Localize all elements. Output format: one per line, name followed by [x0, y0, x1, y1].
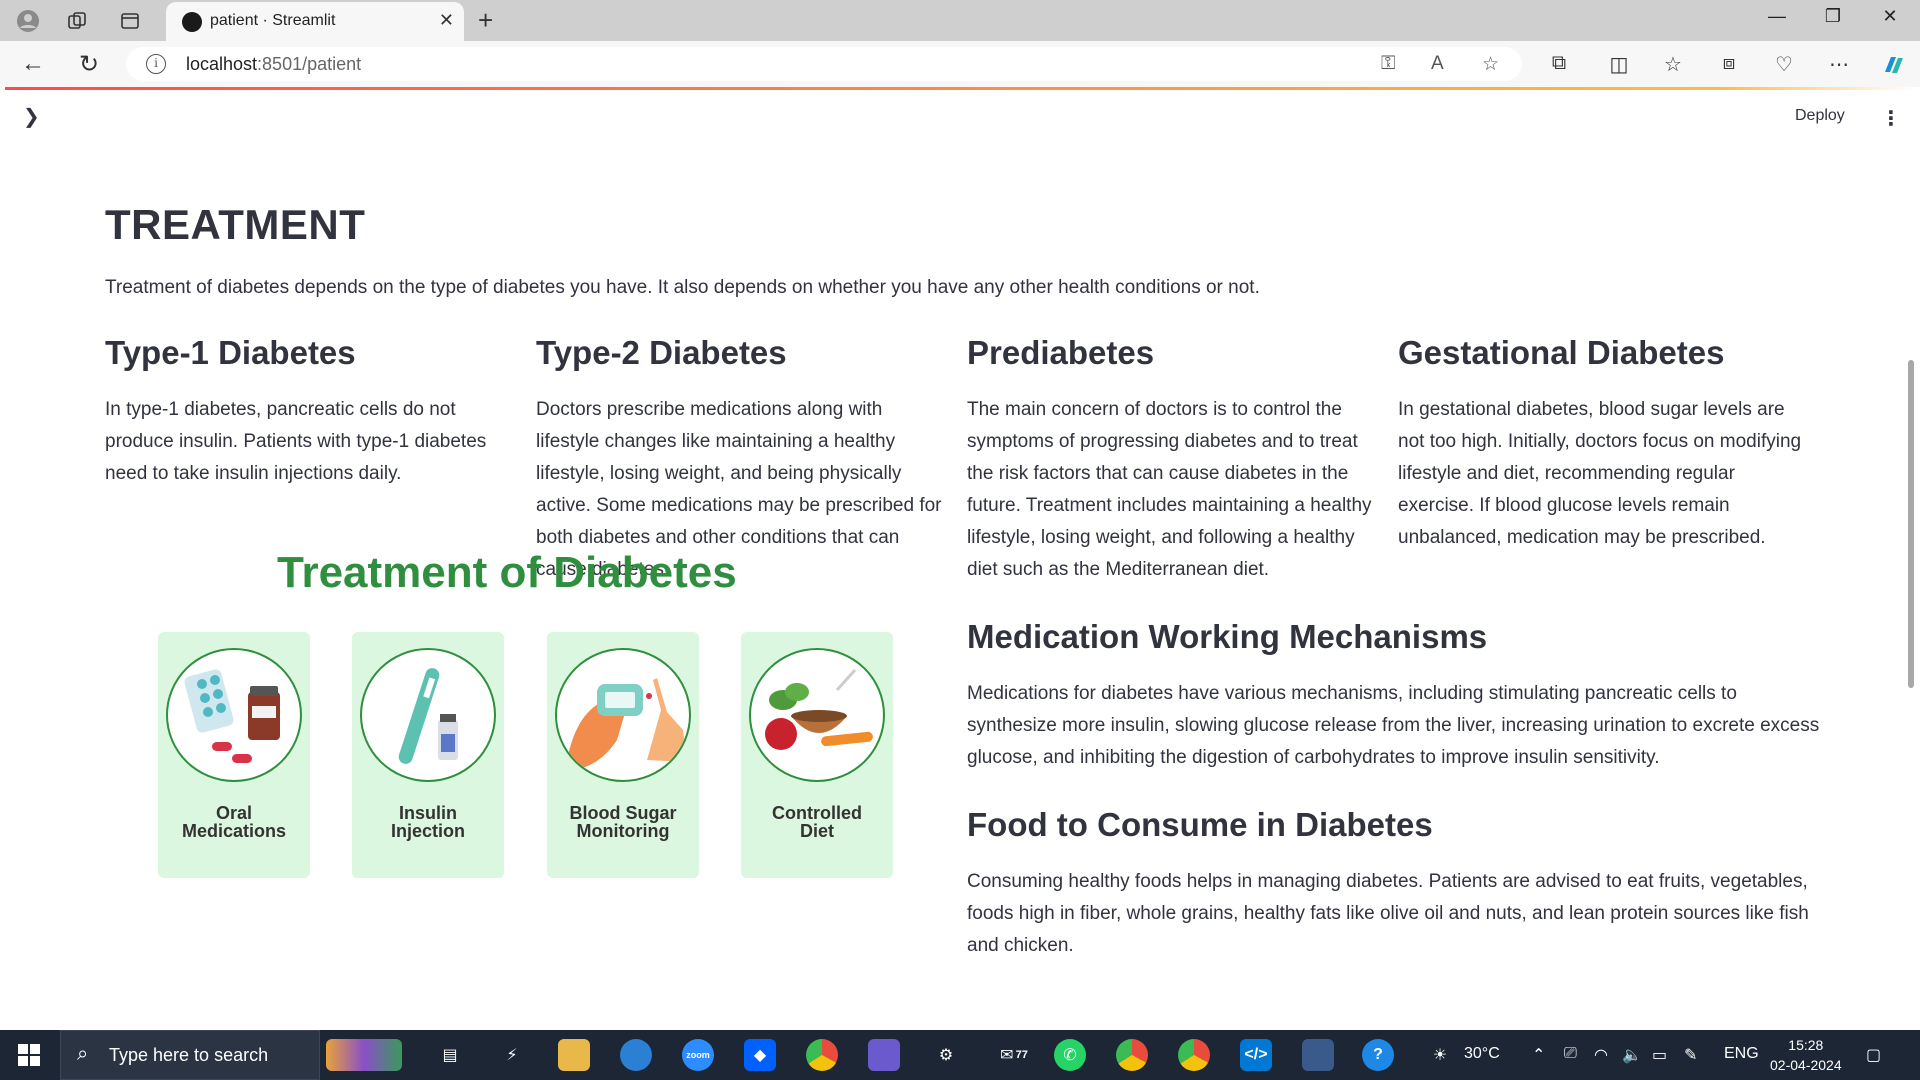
card-label: Oral Medications: [181, 803, 287, 841]
task-view-icon[interactable]: ▤: [434, 1039, 466, 1071]
card-label: Controlled Diet: [772, 803, 862, 841]
card-insulin-injection: Insulin Injection: [352, 632, 504, 878]
whatsapp-icon[interactable]: ✆: [1054, 1039, 1086, 1071]
notifications-icon[interactable]: ▢: [1866, 1045, 1881, 1065]
copilot-icon[interactable]: [1879, 52, 1909, 84]
windows-start-icon[interactable]: [18, 1044, 40, 1066]
settings-gear-icon[interactable]: ⚙: [930, 1039, 962, 1071]
volume-icon[interactable]: 🔈: [1622, 1045, 1642, 1065]
extensions-icon[interactable]: ⧉: [1544, 52, 1574, 75]
scrollbar-thumb[interactable]: [1908, 360, 1914, 688]
card-label: Blood Sugar Monitoring: [569, 803, 677, 841]
card-controlled-diet: Controlled Diet: [741, 632, 893, 878]
type1-text: In type-1 diabetes, pancreatic cells do …: [105, 399, 487, 484]
heading-food: Food to Consume in Diabetes: [967, 806, 1433, 843]
medication-mechanisms-text: Medications for diabetes have various me…: [967, 683, 1820, 768]
tray-chevron-up-icon[interactable]: ⌃: [1532, 1045, 1545, 1065]
card-oral-medications: Oral Medications: [158, 632, 310, 878]
collections-icon[interactable]: ⧈: [1714, 52, 1744, 75]
zoom-icon[interactable]: zoom: [682, 1039, 714, 1071]
tab-close-icon[interactable]: ✕: [439, 10, 454, 31]
chrome-profile-b-icon[interactable]: [1178, 1039, 1210, 1071]
chrome-profile-a-icon[interactable]: [1116, 1039, 1148, 1071]
weather-icon: ☀: [1432, 1047, 1448, 1064]
heading-medication-mechanisms: Medication Working Mechanisms: [967, 618, 1488, 655]
browser-tab-strip: patient · Streamlit ✕ + — ❐ ✕: [0, 0, 1920, 41]
battery-icon[interactable]: ▭: [1652, 1045, 1667, 1065]
tab-actions-icon[interactable]: [118, 9, 142, 33]
card-blood-sugar-monitoring: Blood Sugar Monitoring: [547, 632, 699, 878]
prediabetes-text: The main concern of doctors is to contro…: [967, 399, 1372, 580]
clock[interactable]: 15:28 02-04-2024: [1770, 1035, 1842, 1075]
split-screen-icon[interactable]: ◫: [1604, 52, 1634, 77]
infographic-title: Treatment of Diabetes: [277, 548, 737, 597]
close-window-icon[interactable]: ✕: [1870, 6, 1910, 27]
vscode-icon[interactable]: </>: [1240, 1039, 1272, 1071]
active-tab[interactable]: patient · Streamlit ✕: [166, 2, 464, 41]
minimize-icon[interactable]: —: [1757, 6, 1797, 27]
mail-icon[interactable]: ✉ 77: [992, 1039, 1036, 1071]
deploy-button[interactable]: Deploy: [1795, 107, 1845, 125]
profile-icon[interactable]: [16, 9, 40, 33]
glucometer-icon: [555, 648, 691, 782]
browser-essentials-icon[interactable]: ♡: [1769, 52, 1799, 77]
insulin-pen-icon: [360, 648, 496, 782]
help-icon[interactable]: ?: [1362, 1039, 1394, 1071]
search-icon: ⌕: [77, 1043, 89, 1065]
intro-text: Treatment of diabetes depends on the typ…: [105, 277, 1260, 298]
main-menu-kebab-icon[interactable]: ⋮: [1881, 106, 1901, 131]
language-indicator[interactable]: ENG: [1724, 1045, 1759, 1063]
search-placeholder: Type here to search: [109, 1045, 269, 1065]
workspaces-icon[interactable]: [65, 9, 89, 33]
tab-title: patient · Streamlit: [210, 12, 336, 29]
gestational-text: In gestational diabetes, blood sugar lev…: [1398, 399, 1802, 548]
heading-type2: Type-2 Diabetes: [536, 334, 787, 371]
taskbar-search-box[interactable]: ⌕ Type here to search: [60, 1030, 320, 1080]
copilot-app-icon[interactable]: [868, 1039, 900, 1071]
heading-gestational: Gestational Diabetes: [1398, 334, 1725, 371]
dropbox-icon[interactable]: ◆: [744, 1039, 776, 1071]
wifi-icon[interactable]: ◠: [1594, 1045, 1608, 1065]
url-text: localhost:8501/patient: [186, 54, 362, 74]
edge-browser-icon[interactable]: [620, 1039, 652, 1071]
lightning-app-icon[interactable]: ⚡: [496, 1039, 528, 1071]
new-tab-icon[interactable]: +: [478, 5, 493, 36]
temperature: 30°C: [1464, 1045, 1500, 1062]
sidebar-expand-chevron-icon[interactable]: ❯: [23, 104, 40, 129]
restore-icon[interactable]: ❐: [1813, 6, 1853, 27]
key-icon[interactable]: ⚿: [1381, 53, 1395, 75]
food-bowl-icon: [749, 648, 885, 782]
pills-icon: [166, 648, 302, 782]
site-info-icon[interactable]: i: [146, 54, 166, 74]
favorites-icon[interactable]: ☆: [1658, 52, 1688, 77]
windows-taskbar: ⌕ Type here to search ▤ ⚡ zoom ◆ ⚙ ✉ 77 ✆…: [0, 1030, 1920, 1080]
page-title: TREATMENT: [105, 201, 366, 248]
back-icon[interactable]: ←: [20, 50, 46, 77]
heading-prediabetes: Prediabetes: [967, 334, 1155, 371]
more-menu-icon[interactable]: ⋯: [1824, 52, 1854, 77]
terminal-app-icon[interactable]: [1302, 1039, 1334, 1071]
file-explorer-icon[interactable]: [558, 1039, 590, 1071]
chrome-icon[interactable]: [806, 1039, 838, 1071]
food-text: Consuming healthy foods helps in managin…: [967, 871, 1809, 956]
card-label: Insulin Injection: [390, 803, 465, 841]
meet-now-icon[interactable]: ⎚: [1564, 1045, 1577, 1063]
heading-type1: Type-1 Diabetes: [105, 334, 356, 371]
url-field[interactable]: i localhost:8501/patient ⚿ A ☆: [126, 47, 1522, 81]
read-aloud-icon[interactable]: A: [1431, 53, 1444, 75]
search-highlight-icon[interactable]: [326, 1039, 402, 1071]
pen-icon[interactable]: ✎: [1684, 1045, 1697, 1065]
refresh-icon[interactable]: ↻: [76, 51, 102, 78]
favorite-star-icon[interactable]: ☆: [1482, 53, 1499, 76]
streamlit-favicon-icon: [182, 12, 202, 32]
